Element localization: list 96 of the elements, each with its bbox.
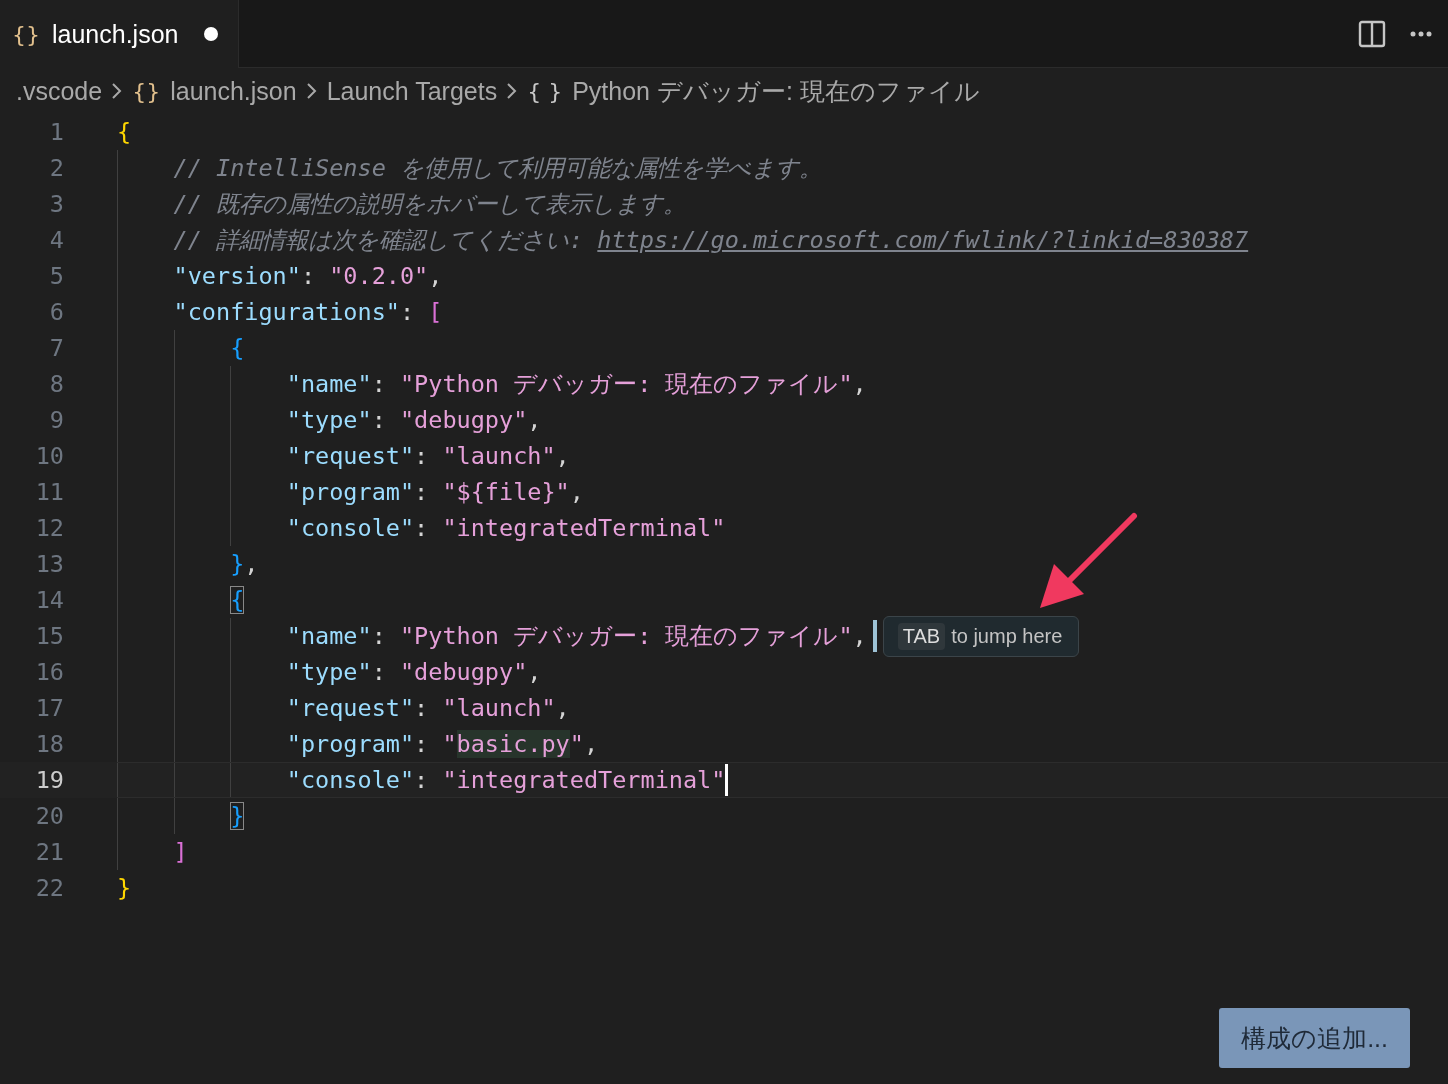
code-token: }: [117, 874, 132, 902]
line-number: 2: [48, 154, 64, 182]
code-token: "console": [286, 514, 415, 542]
breadcrumb-item[interactable]: Python デバッガー: 現在のファイル: [572, 74, 980, 108]
code-token: "launch": [442, 694, 556, 722]
code-token: "0.2.0": [329, 262, 429, 290]
code-token: "version": [173, 262, 301, 290]
breadcrumb-item[interactable]: .vscode: [16, 76, 103, 106]
line-number: 21: [34, 838, 64, 866]
code-token: :: [371, 658, 387, 686]
code-token: "program": [286, 730, 415, 758]
line-number: 5: [48, 262, 64, 290]
line-number: 19: [34, 766, 64, 794]
code-token: {: [117, 118, 132, 146]
line-number: 14: [34, 586, 64, 614]
code-token: ,: [527, 406, 542, 434]
code-token: :: [371, 406, 387, 434]
hint-text: to jump here: [951, 624, 1063, 648]
code-comment: // 詳細情報は次を確認してください:: [173, 225, 585, 256]
code-token: }: [230, 802, 245, 830]
tab-label: launch.json: [52, 19, 179, 49]
placeholder-field[interactable]: basic.py: [456, 730, 570, 758]
code-token: {: [230, 586, 245, 614]
code-token: "configurations": [173, 298, 400, 326]
code-token: :: [414, 478, 430, 506]
code-token: "Python デバッガー: 現在のファイル": [399, 621, 853, 652]
line-number: 7: [48, 334, 64, 362]
code-token: :: [300, 262, 317, 290]
code-token: "name": [286, 622, 372, 650]
code-token: ,: [569, 478, 584, 506]
code-token: "debugpy": [399, 658, 528, 686]
line-number: 9: [48, 406, 64, 434]
code-token: :: [371, 370, 387, 398]
line-number: 1: [48, 118, 64, 146]
code-token: "integratedTerminal": [442, 514, 726, 542]
code-token: ,: [428, 262, 443, 290]
code-token: "request": [286, 442, 415, 470]
code-token: "request": [286, 694, 415, 722]
line-number: 11: [34, 478, 64, 506]
code-token: "integratedTerminal": [442, 766, 726, 794]
code-token: ,: [555, 694, 570, 722]
code-comment: // IntelliSense を使用して利用可能な属性を学べます。: [173, 153, 822, 184]
code-token: ,: [852, 622, 867, 650]
line-number: 4: [48, 226, 64, 254]
code-token: ,: [555, 442, 570, 470]
line-number: 15: [34, 622, 64, 650]
json-file-icon: {}: [12, 21, 40, 47]
breadcrumb-item[interactable]: Launch Targets: [326, 76, 498, 106]
code-token: :: [414, 694, 430, 722]
key-label: TAB: [897, 622, 946, 650]
code-token: {: [230, 334, 245, 362]
code-token: ,: [527, 658, 542, 686]
code-token: :: [414, 442, 430, 470]
code-token: ,: [244, 550, 259, 578]
more-actions-icon[interactable]: [1410, 30, 1432, 37]
chevron-icon: [304, 81, 319, 101]
code-token: ": [442, 730, 457, 758]
code-token: "launch": [442, 442, 556, 470]
breadcrumb-item[interactable]: launch.json: [170, 76, 297, 106]
code-token: "program": [286, 478, 415, 506]
code-token: "name": [286, 370, 372, 398]
code-token: :: [414, 766, 430, 794]
code-token: ,: [852, 370, 867, 398]
line-number: 10: [34, 442, 64, 470]
code-token: "type": [286, 658, 372, 686]
line-number: 8: [48, 370, 64, 398]
code-token: ]: [173, 838, 188, 866]
braces-icon: {}: [132, 78, 161, 104]
code-token: :: [399, 298, 416, 326]
code-token: :: [371, 622, 387, 650]
add-configuration-button[interactable]: 構成の追加...: [1219, 1008, 1410, 1068]
code-comment: // 既存の属性の説明をホバーして表示します。: [173, 189, 687, 220]
code-token: "type": [286, 406, 372, 434]
line-number: 6: [48, 298, 64, 326]
code-token: ,: [583, 730, 599, 758]
line-number: 18: [34, 730, 64, 758]
line-number: 16: [34, 658, 64, 686]
code-token: "debugpy": [399, 406, 528, 434]
line-number: 13: [34, 550, 64, 578]
line-number: 17: [34, 694, 64, 722]
code-token: :: [414, 730, 430, 758]
split-editor-icon[interactable]: [1358, 19, 1386, 48]
link[interactable]: https://go.microsoft.com/fwlink/?linkid=830387: [597, 226, 1249, 254]
code-token: }: [230, 550, 245, 578]
code-token: [: [428, 298, 443, 326]
line-number: 20: [34, 802, 64, 830]
code-token: "console": [286, 766, 415, 794]
editor-tab[interactable]: {} launch.json: [0, 0, 240, 68]
code-token: :: [414, 514, 430, 542]
line-number: 12: [34, 514, 64, 542]
line-number: 22: [34, 874, 64, 902]
code-token: ": [569, 730, 584, 758]
line-number: 3: [48, 190, 64, 218]
code-token: "Python デバッガー: 現在のファイル": [399, 369, 853, 400]
braces-icon: { }: [527, 78, 563, 104]
code-token: "${file}": [442, 478, 570, 506]
